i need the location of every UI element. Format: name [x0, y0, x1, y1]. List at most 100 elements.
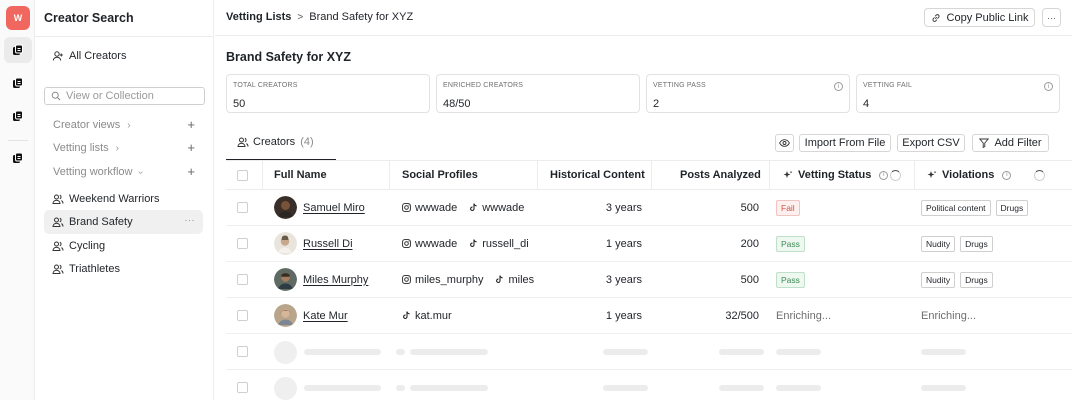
sidebar-item-weekend-warriors[interactable]: Weekend Warriors: [44, 187, 203, 211]
sidebar-item-all-creators[interactable]: All Creators: [44, 44, 203, 68]
skeleton-bar: [410, 349, 488, 355]
historical-content: 1 years: [605, 309, 642, 322]
creator-name-link[interactable]: Miles Murphy: [303, 274, 368, 286]
chevron-down-icon: ›: [135, 170, 147, 174]
add-list-icon[interactable]: +: [187, 140, 195, 155]
info-icon[interactable]: i: [879, 170, 889, 180]
table-row[interactable]: Russell Di wwwade russell_di 1 years 200…: [226, 226, 1072, 262]
add-workflow-icon[interactable]: +: [187, 164, 195, 179]
instagram-handle[interactable]: wwwade: [415, 202, 457, 214]
posts-analyzed: 32/500: [725, 309, 759, 322]
tiktok-handle[interactable]: miles: [508, 274, 534, 286]
copy-public-link-button[interactable]: Copy Public Link: [924, 8, 1035, 27]
column-header-label: Vetting Status: [798, 169, 872, 181]
loading-spinner-icon: [890, 169, 902, 181]
historical-content: 3 years: [605, 273, 642, 286]
info-icon[interactable]: i: [834, 82, 843, 91]
import-from-file-button[interactable]: Import From File: [799, 134, 891, 152]
view-toggle-button[interactable]: [775, 134, 794, 152]
export-csv-button[interactable]: Export CSV: [897, 134, 965, 152]
users-icon: [52, 216, 64, 228]
workspace-avatar[interactable]: W: [6, 6, 30, 30]
violations-enriching: Enriching...: [921, 309, 977, 322]
sidebar-search-input[interactable]: [66, 90, 196, 102]
add-filter-label: Add Filter: [994, 137, 1042, 149]
chevron-right-icon: ›: [115, 142, 119, 154]
tiktok-handle[interactable]: kat.mur: [415, 310, 452, 322]
sidebar-item-label: Cycling: [69, 240, 106, 252]
violation-tag: Drugs: [960, 235, 993, 252]
row-checkbox[interactable]: [237, 346, 248, 357]
skeleton-row: [226, 334, 1072, 370]
table-row[interactable]: Samuel Miro wwwade wwwade 3 years 500 Fa…: [226, 190, 1072, 226]
instagram-handle[interactable]: wwwade: [415, 238, 457, 250]
vetting-status-badge: Fail: [776, 199, 800, 216]
creator-name-link[interactable]: Kate Mur: [303, 310, 348, 322]
vetting-status-badge: Pass: [776, 235, 805, 252]
tiktok-icon: [469, 203, 478, 212]
info-icon[interactable]: i: [1002, 170, 1012, 180]
row-checkbox[interactable]: [237, 274, 248, 285]
creator-name-link[interactable]: Russell Di: [303, 238, 353, 250]
avatar: [274, 196, 297, 219]
section-vetting-lists[interactable]: Vetting lists › +: [53, 139, 203, 157]
sparkle-icon: [783, 170, 793, 178]
rail-reports-icon[interactable]: [4, 103, 32, 129]
users-icon: [237, 137, 249, 147]
column-divider: [769, 161, 770, 190]
skeleton-avatar: [274, 341, 297, 364]
info-icon[interactable]: i: [1044, 82, 1053, 91]
column-header-name[interactable]: Full Name: [274, 161, 327, 189]
posts-analyzed: 500: [740, 273, 759, 286]
more-options-icon[interactable]: ···: [185, 215, 196, 225]
column-header-vetting[interactable]: Vetting Status i: [783, 161, 902, 189]
sidebar-title: Creator Search: [44, 11, 134, 25]
sidebar-item-triathletes[interactable]: Triathletes: [44, 257, 203, 281]
sidebar-search[interactable]: [44, 87, 205, 105]
row-checkbox[interactable]: [237, 202, 248, 213]
vetting-status-badge: Pass: [776, 271, 805, 288]
sidebar-item-brand-safety[interactable]: Brand Safety ···: [44, 210, 203, 234]
loading-spinner-icon: [1034, 169, 1046, 181]
tiktok-handle[interactable]: russell_di: [482, 238, 528, 250]
breadcrumb-current: Brand Safety for XYZ: [309, 11, 414, 23]
row-checkbox[interactable]: [237, 238, 248, 249]
creator-name-link[interactable]: Samuel Miro: [303, 202, 365, 214]
instagram-icon: [402, 203, 411, 212]
more-actions-button[interactable]: ···: [1042, 8, 1061, 27]
instagram-handle[interactable]: miles_murphy: [415, 274, 483, 286]
sidebar-item-label: Brand Safety: [69, 216, 133, 228]
instagram-icon: [402, 275, 411, 284]
section-vetting-workflow[interactable]: Vetting workflow › +: [53, 163, 203, 181]
top-bar: Vetting Lists > Brand Safety for XYZ Cop…: [215, 0, 1072, 36]
table-row[interactable]: Kate Mur kat.mur 1 years 32/500 Enrichin…: [226, 298, 1072, 334]
sidebar-item-cycling[interactable]: Cycling: [44, 234, 203, 258]
tab-count: (4): [300, 136, 314, 148]
tiktok-handle[interactable]: wwwade: [482, 202, 524, 214]
column-header-violations[interactable]: Violations i: [927, 161, 1046, 189]
search-icon: [51, 91, 61, 101]
add-view-icon[interactable]: +: [187, 117, 195, 132]
historical-content: 3 years: [605, 201, 642, 214]
row-checkbox[interactable]: [237, 382, 248, 393]
users-icon: [52, 193, 64, 205]
breadcrumb: Vetting Lists > Brand Safety for XYZ: [226, 11, 413, 23]
tab-creators[interactable]: Creators (4): [237, 136, 314, 148]
row-checkbox[interactable]: [237, 310, 248, 321]
column-header-social[interactable]: Social Profiles: [402, 161, 478, 189]
select-all-checkbox[interactable]: [237, 169, 248, 181]
skeleton-avatar: [274, 377, 297, 400]
rail-lists-icon[interactable]: [4, 70, 32, 96]
instagram-icon: [402, 239, 411, 248]
add-filter-button[interactable]: Add Filter: [972, 134, 1049, 152]
column-header-historical[interactable]: Historical Content: [550, 161, 645, 189]
column-header-posts[interactable]: Posts Analyzed: [680, 161, 761, 189]
rail-settings-icon[interactable]: [4, 145, 32, 171]
stat-value: 48/50: [443, 98, 471, 110]
breadcrumb-root[interactable]: Vetting Lists: [226, 11, 291, 23]
chevron-right-icon: ›: [127, 119, 131, 131]
skeleton-bar: [603, 349, 648, 355]
rail-creators-icon[interactable]: [4, 37, 32, 63]
table-row[interactable]: Miles Murphy miles_murphy miles 3 years …: [226, 262, 1072, 298]
section-creator-views[interactable]: Creator views › +: [53, 116, 203, 134]
